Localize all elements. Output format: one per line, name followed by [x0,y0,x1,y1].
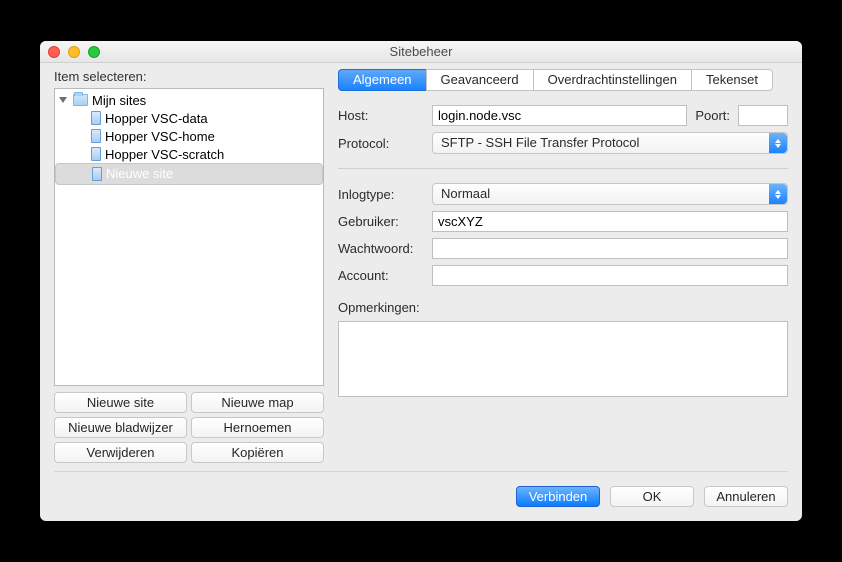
ok-button[interactable]: OK [610,486,694,507]
port-label: Poort: [695,108,730,123]
separator [338,168,788,169]
delete-button[interactable]: Verwijderen [54,442,187,463]
upper-area: Item selecteren: Mijn sites Hopper VSC-d… [54,69,788,463]
tab-bar: Algemeen Geavanceerd Overdrachtinstellin… [338,69,788,91]
host-row: Poort: [432,105,788,126]
connect-button[interactable]: Verbinden [516,486,600,507]
item-select-label: Item selecteren: [54,69,324,84]
server-icon [91,147,101,161]
port-input[interactable] [738,105,788,126]
tree-root[interactable]: Mijn sites [55,91,323,109]
tree-item-label: Hopper VSC-scratch [105,147,224,162]
tree-item[interactable]: Hopper VSC-scratch [55,145,323,163]
left-pane: Item selecteren: Mijn sites Hopper VSC-d… [54,69,324,463]
new-bookmark-button[interactable]: Nieuwe bladwijzer [54,417,187,438]
site-tree[interactable]: Mijn sites Hopper VSC-data Hopper VSC-ho… [54,88,324,386]
window-title: Sitebeheer [40,44,802,59]
copy-button[interactable]: Kopiëren [191,442,324,463]
dialog-footer: Verbinden OK Annuleren [54,471,788,507]
password-label: Wachtwoord: [338,241,426,256]
comments-label: Opmerkingen: [338,300,788,315]
tab-charset[interactable]: Tekenset [691,69,773,91]
logontype-value: Normaal [441,186,490,201]
server-icon [91,111,101,125]
general-form: Host: Poort: Protocol: SFTP - SSH File T… [338,105,788,397]
tree-item[interactable]: Hopper VSC-data [55,109,323,127]
tab-advanced[interactable]: Geavanceerd [426,69,533,91]
protocol-label: Protocol: [338,136,426,151]
user-input[interactable] [432,211,788,232]
chevron-up-down-icon [769,184,787,204]
tree-item-label: Hopper VSC-home [105,129,215,144]
right-pane: Algemeen Geavanceerd Overdrachtinstellin… [338,69,788,463]
tree-item[interactable]: Hopper VSC-home [55,127,323,145]
tree-item-label: Nieuwe site [106,166,173,182]
password-input[interactable] [432,238,788,259]
user-label: Gebruiker: [338,214,426,229]
folder-icon [73,94,88,106]
disclosure-triangle-icon[interactable] [59,97,67,103]
minimize-icon[interactable] [68,46,80,58]
server-icon [91,129,101,143]
host-input[interactable] [432,105,687,126]
new-folder-button[interactable]: Nieuwe map [191,392,324,413]
tree-item-label: Hopper VSC-data [105,111,208,126]
logontype-select[interactable]: Normaal [432,183,788,205]
tree-item-selected[interactable]: Nieuwe site [55,163,323,185]
comments-input[interactable] [338,321,788,397]
sitebeheer-window: Sitebeheer Item selecteren: Mijn sites H… [40,41,802,521]
titlebar: Sitebeheer [40,41,802,63]
cancel-button[interactable]: Annuleren [704,486,788,507]
server-icon [92,167,102,181]
new-site-button[interactable]: Nieuwe site [54,392,187,413]
zoom-icon[interactable] [88,46,100,58]
account-input[interactable] [432,265,788,286]
protocol-select[interactable]: SFTP - SSH File Transfer Protocol [432,132,788,154]
chevron-up-down-icon [769,133,787,153]
tree-root-label: Mijn sites [92,93,146,108]
tab-transfer[interactable]: Overdrachtinstellingen [533,69,691,91]
logontype-label: Inlogtype: [338,187,426,202]
tab-general[interactable]: Algemeen [338,69,426,91]
close-icon[interactable] [48,46,60,58]
protocol-value: SFTP - SSH File Transfer Protocol [441,135,639,150]
content: Item selecteren: Mijn sites Hopper VSC-d… [40,63,802,521]
rename-button[interactable]: Hernoemen [191,417,324,438]
window-controls [40,46,100,58]
host-label: Host: [338,108,426,123]
account-label: Account: [338,268,426,283]
site-buttons: Nieuwe site Nieuwe map Nieuwe bladwijzer… [54,392,324,463]
